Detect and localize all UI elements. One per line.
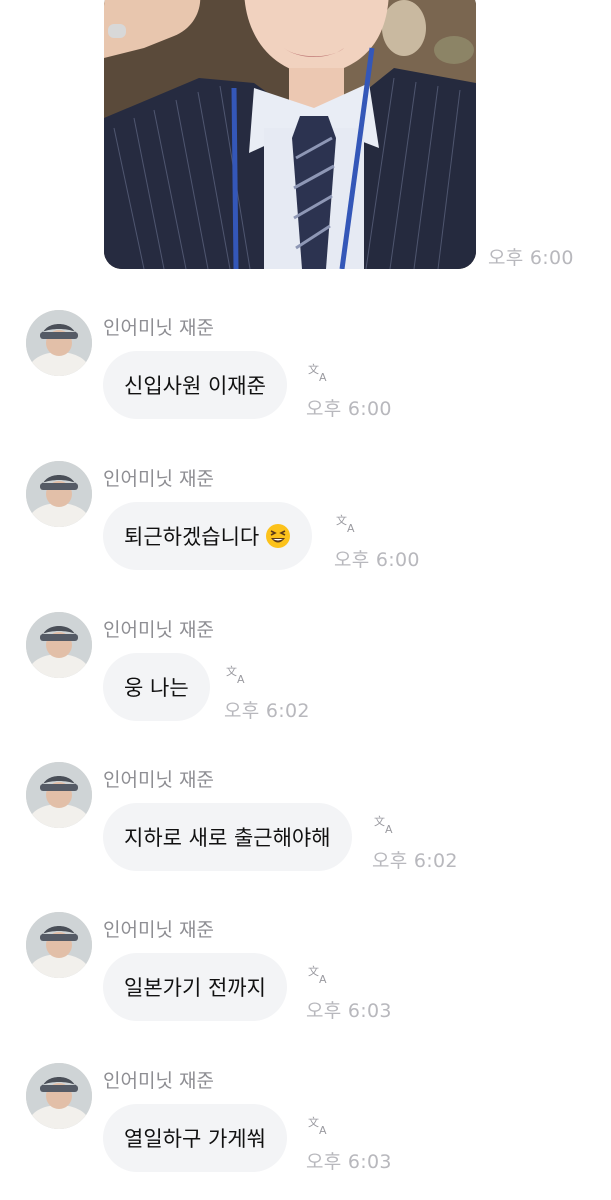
message-bubble[interactable]: 열일하구 가게쒀 bbox=[103, 1104, 287, 1172]
translate-icon[interactable]: 文A bbox=[308, 362, 330, 382]
translate-icon[interactable]: 文A bbox=[336, 513, 358, 533]
timestamp: 오후 6:00 bbox=[488, 247, 574, 269]
sender-name: 인어미닛 재준 bbox=[103, 317, 214, 339]
message-text: 웅 나는 bbox=[124, 676, 189, 700]
avatar[interactable] bbox=[26, 1063, 92, 1129]
selfie-photo bbox=[104, 0, 476, 269]
svg-text:文: 文 bbox=[308, 964, 319, 978]
timestamp: 오후 6:03 bbox=[306, 1151, 392, 1173]
avatar[interactable] bbox=[26, 310, 92, 376]
svg-text:文: 文 bbox=[308, 1115, 319, 1129]
timestamp: 오후 6:00 bbox=[334, 549, 420, 571]
message-bubble[interactable]: 일본가기 전까지 bbox=[103, 953, 287, 1021]
message-row: 인어미닛 재준 열일하구 가게쒀 文A 오후 6:03 bbox=[0, 1063, 611, 1200]
svg-text:文: 文 bbox=[374, 814, 385, 828]
svg-text:A: A bbox=[319, 1124, 327, 1135]
timestamp: 오후 6:02 bbox=[224, 700, 310, 722]
svg-text:A: A bbox=[237, 673, 245, 684]
svg-text:文: 文 bbox=[308, 362, 319, 376]
svg-text:A: A bbox=[385, 823, 393, 834]
timestamp: 오후 6:03 bbox=[306, 1000, 392, 1022]
sender-name: 인어미닛 재준 bbox=[103, 769, 214, 791]
svg-text:A: A bbox=[347, 522, 355, 533]
sender-name: 인어미닛 재준 bbox=[103, 1070, 214, 1092]
message-text: 일본가기 전까지 bbox=[124, 976, 266, 1000]
message-bubble[interactable]: 퇴근하겠습니다 bbox=[103, 502, 313, 570]
avatar[interactable] bbox=[26, 762, 92, 828]
translate-icon[interactable]: 文A bbox=[226, 664, 248, 684]
message-bubble[interactable]: 신입사원 이재준 bbox=[103, 351, 287, 419]
sender-name: 인어미닛 재준 bbox=[103, 919, 214, 941]
timestamp: 오후 6:02 bbox=[372, 850, 458, 872]
message-text: 퇴근하겠습니다 bbox=[124, 525, 260, 549]
message-bubble[interactable]: 웅 나는 bbox=[103, 653, 210, 721]
svg-text:A: A bbox=[319, 973, 327, 984]
sender-name: 인어미닛 재준 bbox=[103, 619, 214, 641]
sender-name: 인어미닛 재준 bbox=[103, 468, 214, 490]
message-row: 인어미닛 재준 일본가기 전까지 文A 오후 6:03 bbox=[0, 912, 611, 1052]
translate-icon[interactable]: 文A bbox=[308, 964, 330, 984]
message-row: 인어미닛 재준 신입사원 이재준 文A 오후 6:00 bbox=[0, 310, 611, 450]
message-row: 인어미닛 재준 웅 나는 文A 오후 6:02 bbox=[0, 612, 611, 752]
avatar[interactable] bbox=[26, 461, 92, 527]
message-text: 신입사원 이재준 bbox=[124, 374, 266, 398]
grinning-squinting-face-icon bbox=[266, 524, 291, 548]
message-bubble[interactable]: 지하로 새로 출근해야해 bbox=[103, 803, 352, 871]
message-row: 인어미닛 재준 퇴근하겠습니다 文A 오후 6:00 bbox=[0, 461, 611, 601]
translate-icon[interactable]: 文A bbox=[308, 1115, 330, 1135]
timestamp: 오후 6:00 bbox=[306, 398, 392, 420]
avatar[interactable] bbox=[26, 612, 92, 678]
svg-text:A: A bbox=[319, 371, 327, 382]
message-text: 지하로 새로 출근해야해 bbox=[124, 826, 331, 850]
translate-icon[interactable]: 文A bbox=[374, 814, 396, 834]
svg-text:文: 文 bbox=[226, 664, 237, 678]
photo-message[interactable] bbox=[104, 0, 476, 269]
avatar[interactable] bbox=[26, 912, 92, 978]
svg-text:文: 文 bbox=[336, 513, 347, 527]
message-text: 열일하구 가게쒀 bbox=[124, 1127, 266, 1151]
message-row: 인어미닛 재준 지하로 새로 출근해야해 文A 오후 6:02 bbox=[0, 762, 611, 902]
